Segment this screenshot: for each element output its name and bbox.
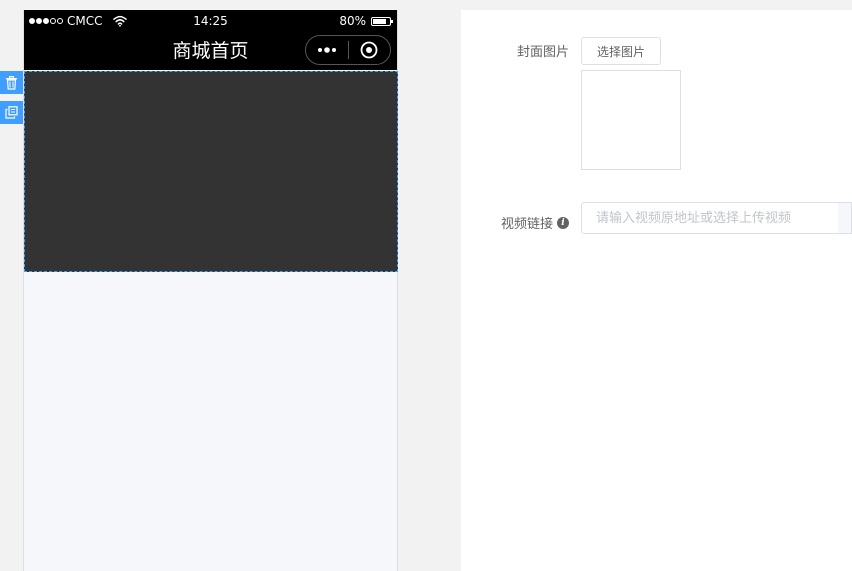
status-bar: CMCC 14:25 80% <box>24 10 397 32</box>
phone-preview: CMCC 14:25 80% 商城首页 <box>23 10 398 571</box>
copy-icon <box>5 106 18 119</box>
navigation-bar: 商城首页 <box>24 32 397 70</box>
video-link-input[interactable] <box>581 202 839 234</box>
more-menu-button[interactable] <box>306 36 348 64</box>
editor-page: CMCC 14:25 80% 商城首页 封面图片 选择图片 视频链接 i 请输入… <box>0 0 852 571</box>
select-image-button[interactable]: 选择图片 <box>581 37 661 65</box>
video-component-preview[interactable] <box>24 71 398 272</box>
trash-icon <box>6 75 17 90</box>
target-icon <box>361 41 378 59</box>
delete-component-button[interactable] <box>0 71 23 94</box>
close-mini-program-button[interactable] <box>349 36 390 64</box>
video-link-label: 视频链接 <box>500 217 553 232</box>
video-link-label-row: 视频链接 i <box>481 213 569 232</box>
battery-percent: 80% <box>339 14 366 28</box>
battery-icon <box>371 16 393 26</box>
more-dots-icon <box>318 47 336 53</box>
cover-image-preview[interactable] <box>581 70 681 170</box>
component-tools <box>0 71 23 131</box>
info-icon[interactable]: i <box>557 216 569 229</box>
battery-fill <box>373 18 386 24</box>
settings-panel: 封面图片 选择图片 视频链接 i <box>461 10 852 571</box>
status-right: 80% <box>339 10 393 32</box>
cover-image-label: 封面图片 <box>516 45 569 60</box>
upload-video-append[interactable] <box>838 202 852 234</box>
copy-component-button[interactable] <box>0 101 23 124</box>
mini-program-capsule <box>305 35 391 65</box>
